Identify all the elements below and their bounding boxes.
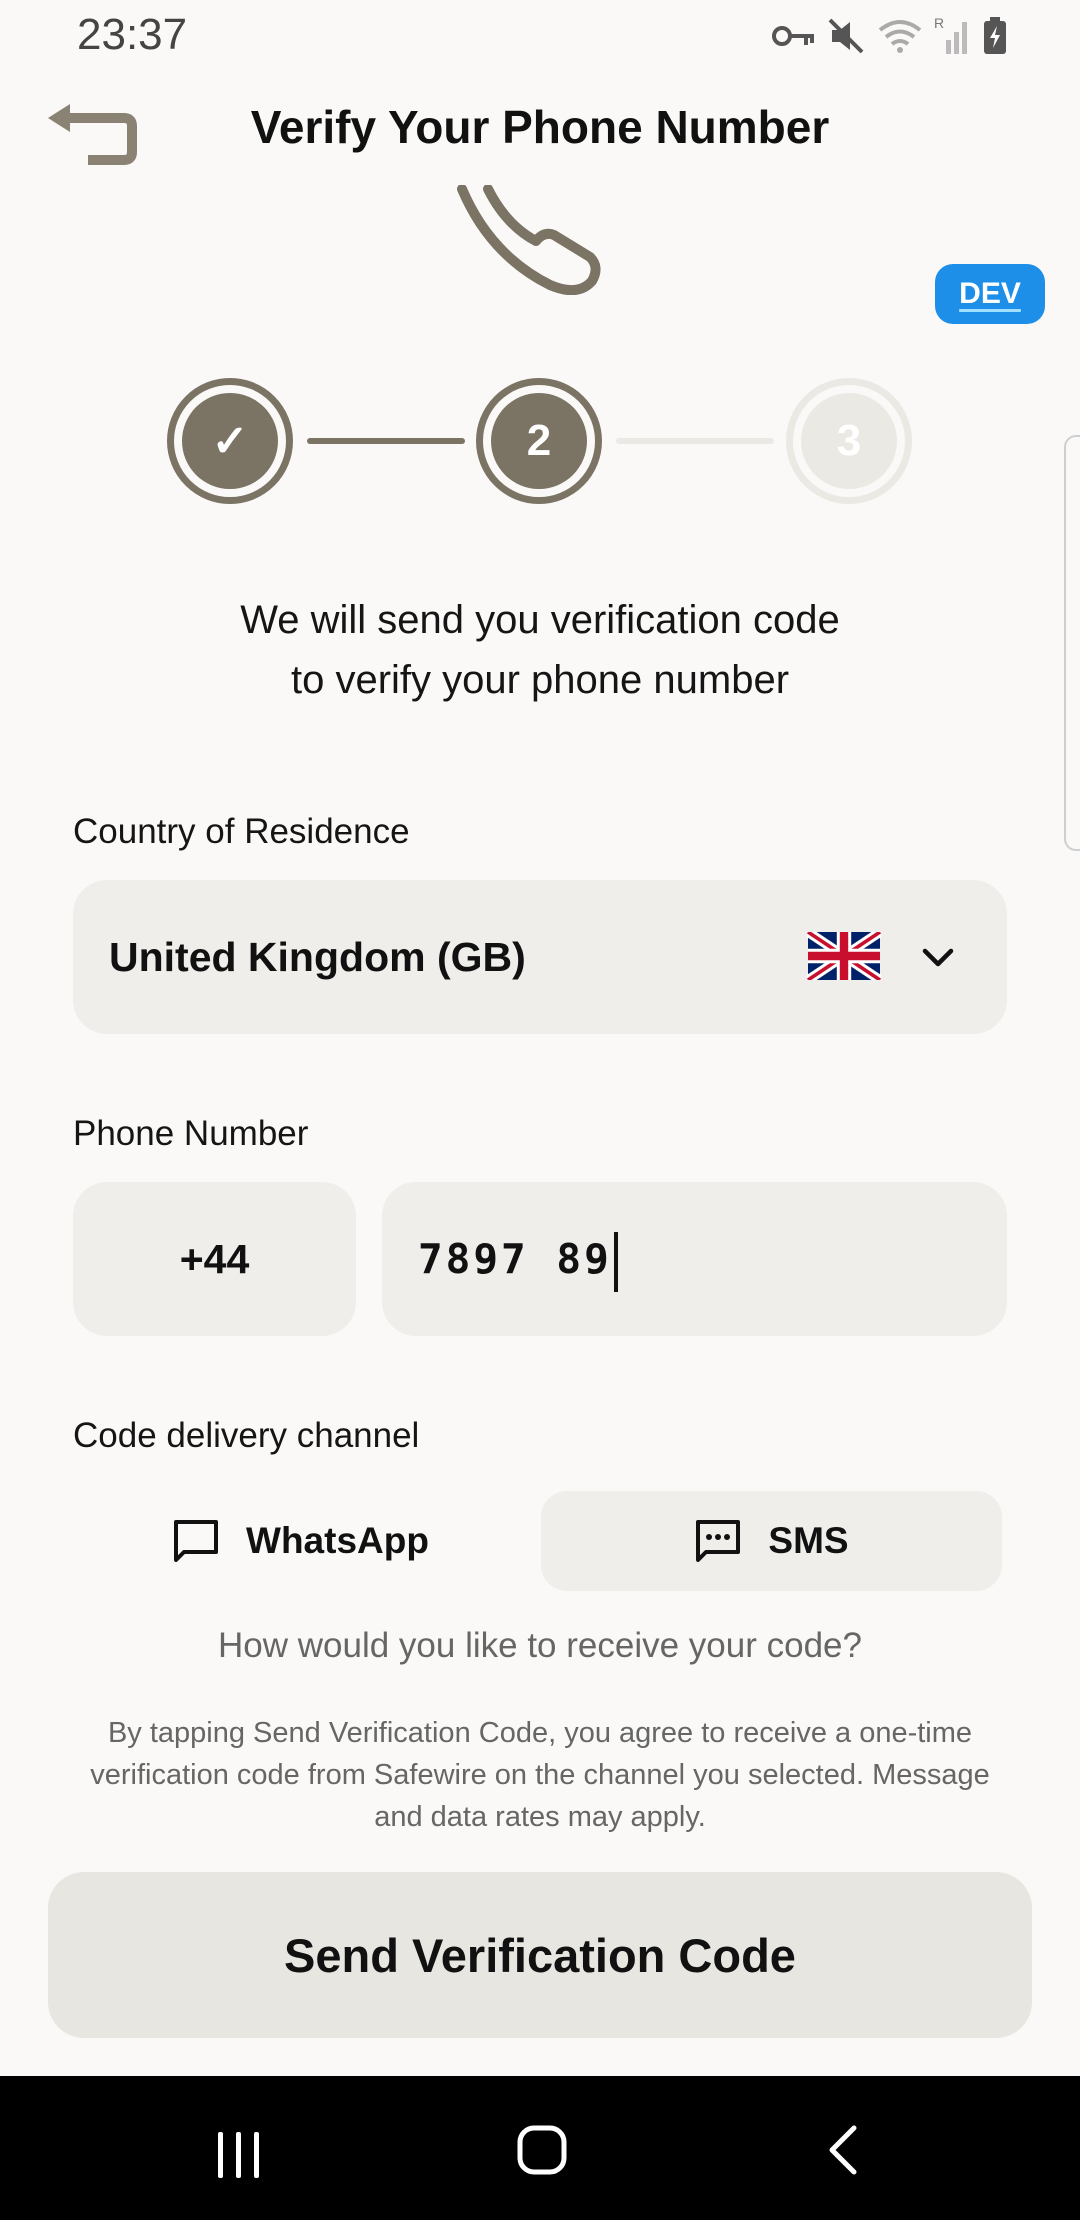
- wifi-icon: [878, 20, 922, 53]
- intro-line-2: to verify your phone number: [290, 658, 790, 702]
- disclaimer-line-3: and data rates may apply.: [374, 1801, 706, 1833]
- key-icon: [772, 26, 814, 46]
- phone-number-input[interactable]: 7897 89: [382, 1182, 1007, 1336]
- status-time: 23:37: [77, 10, 188, 59]
- phone-label: Phone Number: [73, 1114, 309, 1153]
- disclaimer-text: By tapping Send Verification Code, you a…: [40, 1712, 1040, 1838]
- dev-badge[interactable]: DEV: [935, 264, 1045, 324]
- chevron-down-icon: [922, 948, 954, 967]
- country-code-field[interactable]: +44: [73, 1182, 356, 1336]
- channel-hint: How would you like to receive your code?: [218, 1626, 862, 1665]
- intro-line-1: We will send you verification code: [240, 598, 840, 642]
- intro-text: We will send you verification code to ve…: [0, 590, 1080, 710]
- status-icons: R: [772, 16, 1008, 56]
- step-2-number: 2: [491, 393, 587, 489]
- channel-whatsapp-button[interactable]: WhatsApp: [73, 1491, 528, 1591]
- nav-back-icon[interactable]: [826, 2124, 860, 2176]
- send-verification-code-button[interactable]: Send Verification Code: [48, 1872, 1032, 2038]
- home-icon[interactable]: [516, 2124, 568, 2176]
- signal-icon: R: [934, 16, 967, 54]
- uk-flag-icon: [807, 932, 881, 980]
- battery-icon: [984, 17, 1006, 54]
- chat-bubble-icon: [174, 1520, 219, 1562]
- step-1-check-icon: ✓: [182, 393, 278, 489]
- country-value: United Kingdom (GB): [109, 934, 526, 980]
- step-2: 2: [476, 378, 602, 504]
- sms-icon: [696, 1520, 741, 1562]
- country-label: Country of Residence: [73, 812, 410, 851]
- step-connector-2: [616, 438, 774, 444]
- phone-number-value: 7897 89: [418, 1182, 618, 1336]
- phone-icon: [457, 185, 601, 295]
- disclaimer-line-1: By tapping Send Verification Code, you a…: [107, 1717, 973, 1749]
- step-connector-1: [307, 438, 465, 444]
- mute-icon: [828, 18, 864, 54]
- channel-sms-label: SMS: [768, 1520, 849, 1561]
- channel-sms-button[interactable]: SMS: [541, 1491, 1002, 1591]
- disclaimer-line-2: verification code from Safewire on the c…: [90, 1759, 990, 1791]
- channel-whatsapp-label: WhatsApp: [246, 1520, 429, 1561]
- text-cursor: [613, 1232, 618, 1292]
- step-3: 3: [786, 378, 912, 504]
- step-1: ✓: [167, 378, 293, 504]
- country-select[interactable]: United Kingdom (GB): [73, 880, 1007, 1034]
- channel-label: Code delivery channel: [73, 1416, 420, 1455]
- svg-text:R: R: [934, 16, 944, 31]
- page-title: Verify Your Phone Number: [250, 101, 830, 153]
- recents-icon[interactable]: [216, 2130, 262, 2180]
- phone-number-text: 7897 89: [418, 1235, 612, 1283]
- step-3-number: 3: [801, 393, 897, 489]
